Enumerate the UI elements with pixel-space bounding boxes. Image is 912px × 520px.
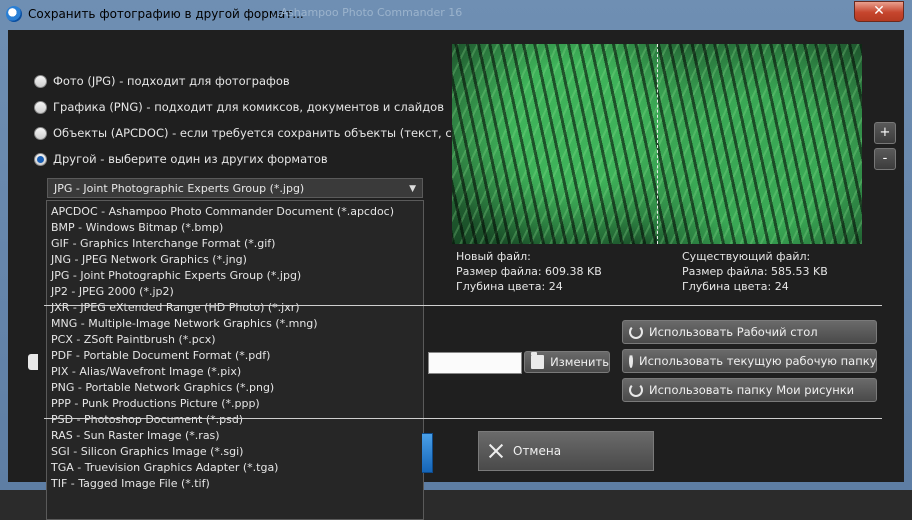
new-file-size: Размер файла: 609.38 KB	[456, 265, 602, 278]
output-folder-input[interactable]	[428, 352, 522, 374]
dropdown-option[interactable]: JP2 - JPEG 2000 (*.jp2)	[51, 284, 174, 300]
dropdown-option[interactable]: PCX - ZSoft Paintbrush (*.pcx)	[51, 332, 216, 348]
radio-jpg[interactable]	[34, 74, 47, 88]
separator	[44, 305, 882, 306]
format-select[interactable]: JPG - Joint Photographic Experts Group (…	[47, 178, 423, 198]
separator	[44, 418, 882, 419]
new-file-depth: Глубина цвета: 24	[456, 280, 563, 293]
format-select-value: JPG - Joint Photographic Experts Group (…	[54, 182, 305, 195]
format-option-apcdoc[interactable]: Объекты (APCDOC) - если требуется сохран…	[34, 126, 487, 140]
existing-file-size: Размер файла: 585.53 KB	[682, 265, 828, 278]
close-icon	[487, 442, 505, 460]
dropdown-option[interactable]: MNG - Multiple-Image Network Graphics (*…	[51, 316, 318, 332]
dropdown-option[interactable]: JPG - Joint Photographic Experts Group (…	[51, 268, 301, 284]
use-current-folder-label: Использовать текущую рабочую папку	[639, 354, 877, 368]
dropdown-option[interactable]: BMP - Windows Bitmap (*.bmp)	[51, 220, 223, 236]
dropdown-option[interactable]: JNG - JPEG Network Graphics (*.jng)	[51, 252, 247, 268]
dropdown-option[interactable]: TGA - Truevision Graphics Adapter (*.tga…	[51, 460, 278, 476]
folder-radio-edge[interactable]	[28, 354, 38, 370]
folder-icon	[531, 352, 545, 369]
window-title: Сохранить фотографию в другой формат...	[28, 7, 304, 21]
new-file-info: Новый файл: Размер файла: 609.38 KB Глуб…	[456, 249, 602, 294]
dropdown-option[interactable]: APCDOC - Ashampoo Photo Commander Docume…	[51, 204, 394, 220]
save-as-dialog: Сохранить фотографию в другой формат... …	[0, 0, 912, 520]
dropdown-option[interactable]: PPP - Punk Productions Picture (*.ppp)	[51, 396, 260, 412]
format-option-other[interactable]: Другой - выберите один из других формато…	[34, 152, 328, 166]
format-option-label: Фото (JPG) - подходит для фотографов	[53, 74, 290, 88]
format-option-label: Объекты (APCDOC) - если требуется сохран…	[53, 126, 488, 140]
new-file-heading: Новый файл:	[456, 250, 531, 263]
ok-button[interactable]	[422, 433, 433, 473]
change-folder-button[interactable]: Изменить	[524, 351, 610, 373]
format-option-jpg[interactable]: Фото (JPG) - подходит для фотографов	[34, 74, 290, 88]
compare-divider[interactable]	[657, 44, 658, 244]
cancel-label: Отмена	[513, 444, 562, 458]
radio-apcdoc[interactable]	[34, 126, 47, 140]
dropdown-option[interactable]: GIF - Graphics Interchange Format (*.gif…	[51, 236, 275, 252]
format-option-png[interactable]: Графика (PNG) - подходит для комиксов, д…	[34, 100, 444, 114]
dropdown-option[interactable]: SGI - Silicon Graphics Image (*.sgi)	[51, 444, 243, 460]
format-option-label: Другой - выберите один из других формато…	[53, 152, 328, 166]
title-bar[interactable]: Сохранить фотографию в другой формат... …	[0, 0, 912, 30]
refresh-icon	[629, 383, 643, 397]
refresh-icon	[629, 354, 633, 368]
dropdown-option[interactable]: RAS - Sun Raster Image (*.ras)	[51, 428, 220, 444]
refresh-icon	[629, 325, 643, 339]
radio-other[interactable]	[34, 152, 47, 166]
use-my-pictures-label: Использовать папку Мои рисунки	[649, 383, 855, 397]
radio-png[interactable]	[34, 100, 47, 114]
dropdown-option[interactable]: PDF - Portable Document Format (*.pdf)	[51, 348, 270, 364]
dropdown-option[interactable]: PSD - Photoshop Document (*.psd)	[51, 412, 243, 428]
existing-file-info: Существующий файл: Размер файла: 585.53 …	[682, 249, 828, 294]
dropdown-option[interactable]: PIX - Alias/Wavefront Image (*.pix)	[51, 364, 241, 380]
background-window-title: ...Ashampoo Photo Commander 16	[270, 6, 463, 19]
zoom-in-button[interactable]: +	[874, 122, 896, 144]
use-desktop-button[interactable]: Использовать Рабочий стол	[622, 320, 877, 344]
app-logo-icon	[6, 6, 22, 22]
dropdown-option[interactable]: JXR - JPEG eXtended Range (HD Photo) (*.…	[51, 300, 300, 316]
chevron-down-icon[interactable]: ▼	[409, 179, 416, 199]
cancel-button[interactable]: Отмена	[478, 431, 654, 471]
existing-file-depth: Глубина цвета: 24	[682, 280, 789, 293]
use-desktop-label: Использовать Рабочий стол	[649, 325, 818, 339]
format-dropdown-list[interactable]: APCDOC - Ashampoo Photo Commander Docume…	[46, 200, 424, 520]
close-button[interactable]: ✕	[854, 1, 904, 22]
use-current-folder-button[interactable]: Использовать текущую рабочую папку	[622, 349, 877, 373]
dropdown-option[interactable]: PNG - Portable Network Graphics (*.png)	[51, 380, 274, 396]
change-folder-label: Изменить	[550, 355, 609, 369]
zoom-out-button[interactable]: -	[874, 148, 896, 170]
format-option-label: Графика (PNG) - подходит для комиксов, д…	[53, 100, 444, 114]
dialog-body: Фото (JPG) - подходит для фотографов Гра…	[8, 30, 904, 520]
existing-file-heading: Существующий файл:	[682, 250, 811, 263]
use-my-pictures-button[interactable]: Использовать папку Мои рисунки	[622, 378, 877, 402]
